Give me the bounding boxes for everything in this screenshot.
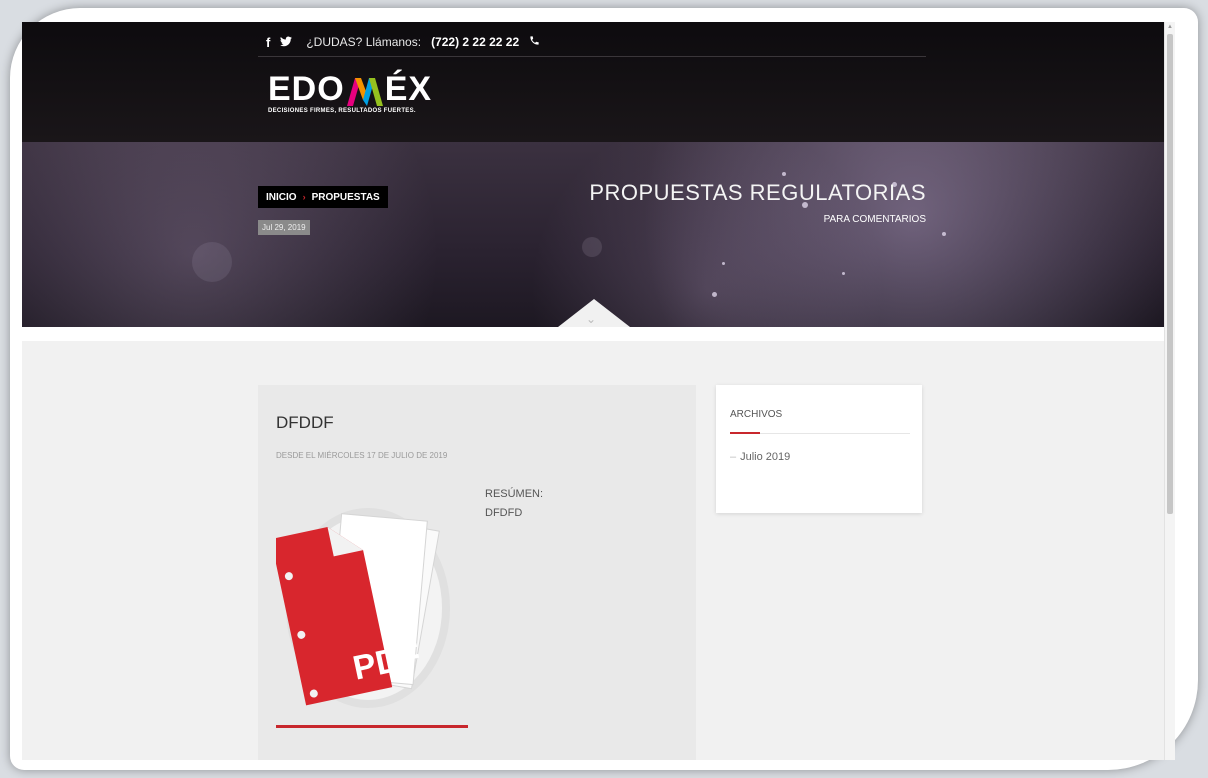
contact-prompt: ¿DUDAS? Llámanos:	[306, 35, 422, 49]
bokeh-dot	[712, 292, 717, 297]
logo-text-right: ÉX	[384, 70, 433, 108]
post-card: DFDDF DESDE EL MIÉRCOLES 17 DE JULIO DE …	[258, 385, 696, 760]
breadcrumb-current: PROPUESTAS	[311, 191, 380, 203]
page-subtitle: PARA COMENTARIOS	[823, 214, 926, 225]
breadcrumb-home[interactable]: INICIO	[266, 192, 297, 203]
archive-item-label: Julio 2019	[740, 451, 791, 463]
post-title[interactable]: DFDDF	[276, 413, 334, 433]
edomex-logo[interactable]: EDO ÉX DECISIONES FIRMES, RESULTADOS FUE…	[268, 72, 438, 124]
social-bar: f ¿DUDAS? Llámanos: (722) 2 22 22 22	[266, 32, 540, 52]
site-header: f ¿DUDAS? Llámanos: (722) 2 22 22 22 EDO…	[22, 22, 1164, 142]
accent-underline	[276, 725, 468, 728]
date-badge: Jul 29, 2019	[258, 220, 310, 235]
header-divider	[258, 56, 926, 57]
bokeh-blur	[582, 237, 602, 257]
bokeh-blur	[192, 242, 232, 282]
facebook-icon[interactable]: f	[266, 35, 270, 50]
hero-banner: INICIO › PROPUESTAS Jul 29, 2019 PROPUES…	[22, 142, 1164, 327]
logo-text-left: EDO	[268, 70, 345, 108]
archive-title: ARCHIVOS	[730, 409, 783, 420]
scrollbar-thumb[interactable]	[1167, 34, 1173, 514]
logo-wordmark: EDO ÉX	[268, 72, 438, 106]
archive-item[interactable]: – Julio 2019	[730, 451, 790, 463]
archive-widget: ARCHIVOS – Julio 2019	[716, 385, 922, 513]
bokeh-dot	[942, 232, 946, 236]
breadcrumb-separator-icon: ›	[302, 192, 306, 202]
resumen-label: RESÚMEN:	[485, 488, 544, 500]
browser-viewport: f ¿DUDAS? Llámanos: (722) 2 22 22 22 EDO…	[22, 22, 1164, 760]
breadcrumb: INICIO › PROPUESTAS	[258, 186, 388, 208]
resumen-text: DFDFD	[485, 507, 523, 519]
page-title: PROPUESTAS REGULATORIAS	[589, 180, 926, 205]
bokeh-dot	[782, 172, 786, 176]
phone-number[interactable]: (722) 2 22 22 22	[431, 35, 519, 49]
twitter-icon[interactable]	[280, 35, 293, 50]
post-date: DESDE EL MIÉRCOLES 17 DE JULIO DE 2019	[276, 451, 448, 460]
chevron-down-icon[interactable]: ⌄	[586, 312, 596, 326]
widget-accent	[730, 432, 760, 434]
hero-bottom-band	[22, 327, 1164, 341]
logo-m-icon	[346, 78, 383, 106]
bokeh-dot	[722, 262, 725, 265]
logo-tagline: DECISIONES FIRMES, RESULTADOS FUERTES.	[268, 108, 416, 114]
list-dash-icon: –	[730, 451, 737, 463]
vertical-scrollbar[interactable]: ▲	[1164, 22, 1175, 760]
bokeh-dot	[842, 272, 845, 275]
scroll-up-icon[interactable]: ▲	[1167, 24, 1173, 30]
phone-icon	[529, 35, 540, 49]
